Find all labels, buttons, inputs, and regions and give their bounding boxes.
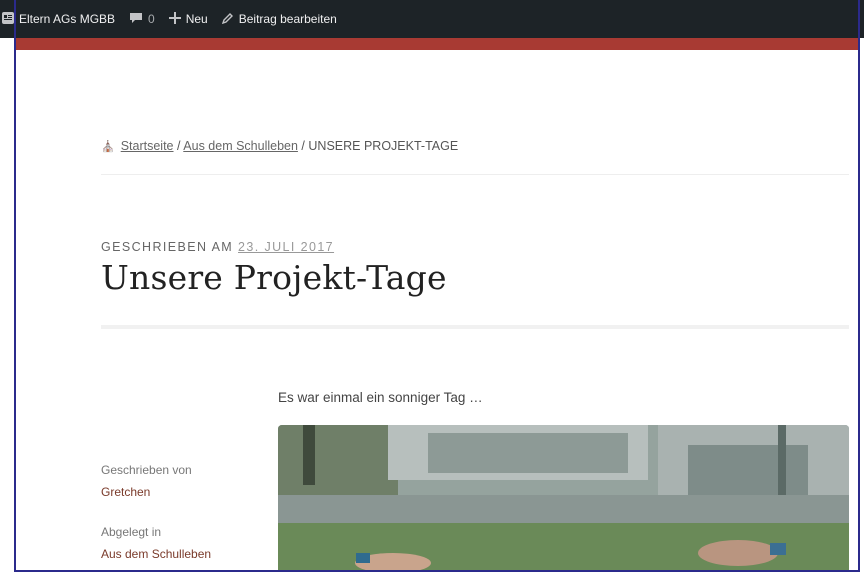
plus-icon: [168, 11, 181, 27]
written-on-label: GESCHRIEBEN AM: [101, 240, 234, 254]
pencil-icon: [221, 12, 234, 27]
title-divider: [101, 325, 849, 329]
breadcrumb-category-link[interactable]: Aus dem Schulleben: [183, 139, 298, 153]
comment-bubble-icon: [129, 12, 143, 27]
wordpress-icon: [2, 11, 14, 27]
admin-bar-new[interactable]: Neu: [168, 11, 208, 27]
sports-field-photo: [278, 425, 849, 572]
post-date-line: GESCHRIEBEN AM 23. JULI 2017: [101, 240, 334, 254]
category-link[interactable]: Aus dem Schulleben: [101, 547, 211, 561]
post-date-link[interactable]: 23. JULI 2017: [238, 240, 334, 254]
post-featured-image: [278, 425, 849, 572]
breadcrumb-current: UNSERE PROJEKT-TAGE: [308, 139, 459, 153]
author-label: Geschrieben von: [101, 463, 192, 477]
admin-bar-comments[interactable]: 0: [129, 12, 155, 27]
category-label: Abgelegt in: [101, 525, 162, 539]
breadcrumb-separator: /: [301, 139, 305, 153]
new-label: Neu: [185, 12, 208, 26]
post-author-meta: Geschrieben von Gretchen: [101, 463, 192, 499]
admin-bar-site[interactable]: Eltern AGs MGBB: [2, 11, 116, 27]
comments-count: 0: [148, 12, 155, 26]
home-icon: ⛪: [101, 141, 115, 153]
author-link[interactable]: Gretchen: [101, 485, 192, 499]
header-accent-bar: [14, 38, 860, 50]
admin-bar-edit-post[interactable]: Beitrag bearbeiten: [221, 12, 337, 27]
admin-bar: Eltern AGs MGBB 0 Neu Beitrag bearbeiten: [0, 0, 864, 38]
breadcrumb: ⛪ Startseite / Aus dem Schulleben / UNSER…: [101, 139, 458, 153]
site-name: Eltern AGs MGBB: [19, 12, 116, 26]
post-category-meta: Abgelegt in Aus dem Schulleben: [101, 525, 211, 561]
breadcrumb-home-link[interactable]: Startseite: [121, 139, 174, 153]
breadcrumb-separator: /: [177, 139, 181, 153]
post-title: Unsere Projekt-Tage: [101, 258, 447, 297]
edit-post-label: Beitrag bearbeiten: [238, 12, 337, 26]
post-intro-text: Es war einmal ein sonniger Tag …: [278, 390, 483, 405]
divider: [101, 174, 849, 175]
